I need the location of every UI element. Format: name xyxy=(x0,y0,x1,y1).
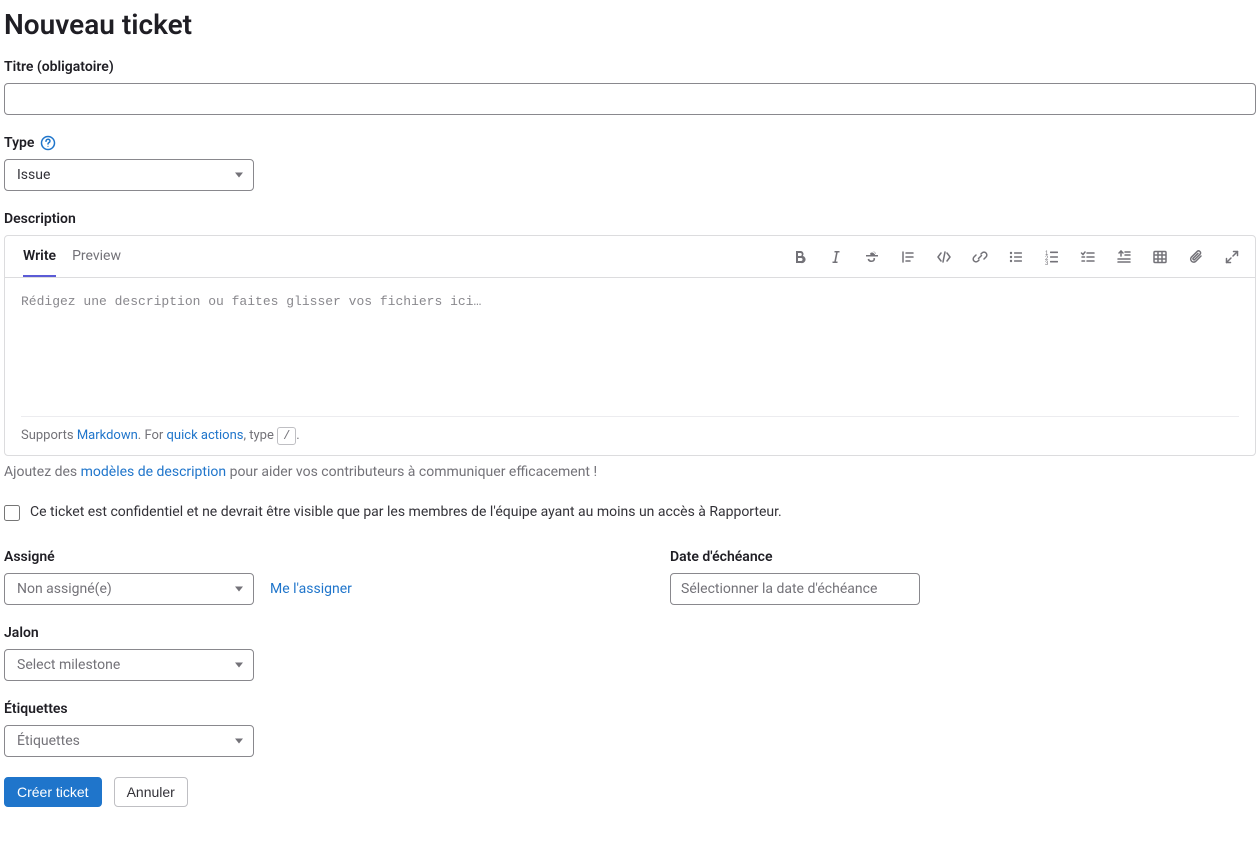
tab-write[interactable]: Write xyxy=(23,237,56,277)
italic-icon[interactable] xyxy=(821,242,851,272)
type-label: Type xyxy=(4,135,34,151)
tab-preview[interactable]: Preview xyxy=(72,237,121,277)
confidential-row: Ce ticket est confidentiel et ne devrait… xyxy=(4,504,1256,521)
bold-icon[interactable] xyxy=(785,242,815,272)
description-textarea[interactable] xyxy=(21,294,1239,396)
svg-text:3: 3 xyxy=(1045,261,1049,265)
footer-text: . For xyxy=(138,428,167,443)
milestone-select[interactable]: Select milestone xyxy=(4,649,254,681)
title-group: Titre (obligatoire) xyxy=(4,59,1256,115)
title-label: Titre (obligatoire) xyxy=(4,59,1256,75)
help-text: pour aider vos contributeurs à communiqu… xyxy=(226,464,597,480)
code-icon[interactable] xyxy=(929,242,959,272)
milestone-label: Jalon xyxy=(4,625,1256,641)
strikethrough-icon[interactable] xyxy=(857,242,887,272)
milestone-group: Jalon Select milestone xyxy=(4,625,1256,681)
labels-group: Étiquettes Étiquettes xyxy=(4,701,1256,757)
assignee-select[interactable]: Non assigné(e) xyxy=(4,573,254,605)
footer-text: Supports xyxy=(21,428,77,443)
type-select[interactable]: Issue xyxy=(4,159,254,191)
cancel-button[interactable]: Annuler xyxy=(114,777,188,807)
labels-select[interactable]: Étiquettes xyxy=(4,725,254,757)
collapse-icon[interactable] xyxy=(1109,242,1139,272)
labels-label: Étiquettes xyxy=(4,701,1256,717)
markdown-link[interactable]: Markdown xyxy=(77,428,138,443)
page-title: Nouveau ticket xyxy=(4,8,1256,41)
description-help: Ajoutez des modèles de description pour … xyxy=(4,464,1256,480)
task-list-icon[interactable] xyxy=(1073,242,1103,272)
button-row: Créer ticket Annuler xyxy=(4,777,1256,807)
description-label: Description xyxy=(4,211,1256,227)
editor-toolbar: Write Preview xyxy=(5,236,1255,278)
quick-actions-link[interactable]: quick actions xyxy=(167,428,244,443)
confidential-checkbox[interactable] xyxy=(4,505,20,521)
submit-button[interactable]: Créer ticket xyxy=(4,777,102,807)
footer-text: , type xyxy=(243,428,277,443)
assignee-label: Assigné xyxy=(4,549,630,565)
fullscreen-icon[interactable] xyxy=(1217,242,1247,272)
editor-footer: Supports Markdown. For quick actions, ty… xyxy=(21,416,1239,455)
help-icon[interactable] xyxy=(40,135,56,151)
table-icon[interactable] xyxy=(1145,242,1175,272)
numbered-list-icon[interactable]: 123 xyxy=(1037,242,1067,272)
assign-to-me-link[interactable]: Me l'assigner xyxy=(270,581,352,597)
footer-text: . xyxy=(296,428,299,443)
kbd-slash: / xyxy=(277,427,296,445)
link-icon[interactable] xyxy=(965,242,995,272)
description-group: Description Write Preview xyxy=(4,211,1256,480)
type-group: Type Issue xyxy=(4,135,1256,191)
quote-icon[interactable] xyxy=(893,242,923,272)
editor: Write Preview xyxy=(4,235,1256,456)
attachment-icon[interactable] xyxy=(1181,242,1211,272)
due-date-group: Date d'échéance xyxy=(670,549,1260,605)
bullet-list-icon[interactable] xyxy=(1001,242,1031,272)
help-text: Ajoutez des xyxy=(4,464,81,480)
due-date-input[interactable] xyxy=(670,573,920,605)
templates-link[interactable]: modèles de description xyxy=(81,464,226,480)
assignee-group: Assigné Non assigné(e) Me l'assigner xyxy=(4,549,630,605)
due-date-label: Date d'échéance xyxy=(670,549,1260,565)
confidential-label[interactable]: Ce ticket est confidentiel et ne devrait… xyxy=(30,504,782,520)
title-input[interactable] xyxy=(4,83,1256,115)
